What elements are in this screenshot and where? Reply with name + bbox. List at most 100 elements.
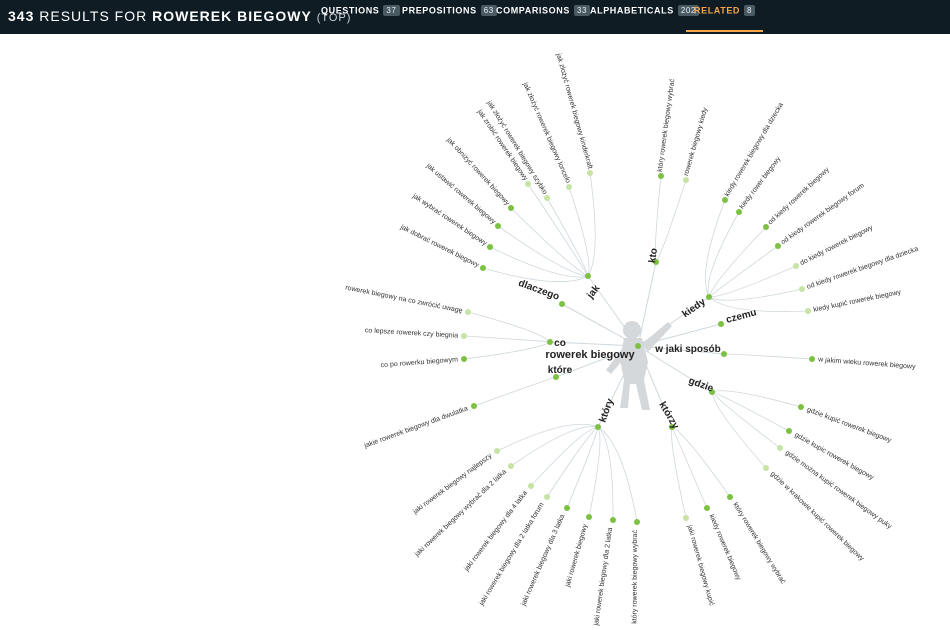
leaf-node[interactable]: [487, 244, 493, 250]
leaf-node[interactable]: [805, 308, 811, 314]
leaf-node[interactable]: [610, 517, 616, 523]
leaf-link: [467, 311, 551, 343]
leaf-link: [707, 211, 740, 298]
leaf-node[interactable]: [736, 209, 742, 215]
leaf-label[interactable]: rowerek biegowy na co zwrócić uwagę: [345, 285, 464, 315]
branch-node[interactable]: [718, 321, 724, 327]
leaf-label[interactable]: gdzie w krakowie kupić rowerek biegowy: [769, 471, 865, 563]
leaf-node[interactable]: [566, 184, 572, 190]
branch-label[interactable]: którzy: [656, 400, 680, 431]
tab-related[interactable]: RELATED 8: [686, 0, 764, 32]
leaf-node[interactable]: [704, 505, 710, 511]
branch-node[interactable]: [547, 339, 553, 345]
tab-label: RELATED: [694, 5, 741, 16]
results-for-text: RESULTS FOR: [39, 8, 148, 24]
leaf-link: [671, 426, 731, 498]
tab-questions[interactable]: QUESTIONS 37: [321, 0, 400, 32]
leaf-node[interactable]: [495, 223, 501, 229]
branch-label[interactable]: gdzie: [687, 375, 715, 394]
leaf-node[interactable]: [798, 404, 804, 410]
branch-label[interactable]: które: [548, 365, 573, 376]
leaf-node[interactable]: [727, 494, 733, 500]
leaf-link: [496, 423, 599, 452]
leaf-node[interactable]: [683, 177, 689, 183]
leaf-node[interactable]: [793, 263, 799, 269]
leaf-label[interactable]: kiedy rowerek biegowy dla dziecka: [724, 102, 785, 198]
branch-node[interactable]: [595, 424, 601, 430]
leaf-link: [546, 197, 589, 277]
leaf-link: [463, 335, 551, 343]
leaf-node[interactable]: [525, 181, 531, 187]
leaf-label[interactable]: jaki rowerek biegowy kupić: [685, 523, 715, 607]
leaf-label[interactable]: jaki rowerek biegowy dla 2 latka: [593, 527, 614, 627]
leaf-node[interactable]: [587, 170, 593, 176]
leaf-label[interactable]: który rowerek biegowy wybrać: [657, 78, 677, 172]
leaf-label[interactable]: w jakim wieku rowerek biegowy: [817, 356, 916, 370]
leaf-label[interactable]: jak ustawić rowerek biegowy: [424, 162, 497, 226]
branch-label[interactable]: jak: [585, 283, 603, 302]
leaf-node[interactable]: [763, 465, 769, 471]
leaf-link: [527, 183, 589, 277]
leaf-node[interactable]: [763, 224, 769, 230]
tab-label: QUESTIONS: [321, 5, 380, 16]
leaf-node[interactable]: [508, 205, 514, 211]
tab-comparisons[interactable]: COMPARISONS 33: [496, 0, 591, 32]
leaf-node[interactable]: [544, 494, 550, 500]
leaf-link: [671, 426, 687, 519]
branch-label[interactable]: co: [554, 338, 566, 349]
leaf-node[interactable]: [508, 463, 514, 469]
leaf-node[interactable]: [683, 515, 689, 521]
branch-label[interactable]: który: [597, 397, 616, 424]
leaf-node[interactable]: [722, 197, 728, 203]
leaf-node[interactable]: [809, 356, 815, 362]
leaf-node[interactable]: [461, 333, 467, 339]
leaf-node[interactable]: [465, 309, 471, 315]
leaf-label[interactable]: gdzie kupić rowerek biegowy: [806, 406, 893, 444]
leaf-label[interactable]: kiedy rowerek biegowy: [708, 514, 742, 582]
leaf-label[interactable]: do kiedy rowerek biegowy: [799, 224, 874, 267]
leaf-node[interactable]: [494, 448, 500, 454]
leaf-node[interactable]: [786, 428, 792, 434]
leaf-link: [711, 391, 767, 469]
leaf-link: [597, 426, 638, 523]
leaf-label[interactable]: jaki rowerek biegowy najlepszy: [411, 452, 493, 516]
tab-label: ALPHABETICALS: [590, 5, 674, 16]
leaf-node[interactable]: [799, 286, 805, 292]
branch-node[interactable]: [559, 301, 565, 307]
leaf-node[interactable]: [461, 356, 467, 362]
leaf-label[interactable]: co lepsze rowerek czy biegnia: [365, 327, 459, 339]
branch-label[interactable]: kto: [647, 247, 660, 263]
branch-label[interactable]: kiedy: [680, 296, 708, 320]
leaf-label[interactable]: co po rowerku biegowym: [380, 356, 458, 369]
branch-node[interactable]: [706, 294, 712, 300]
leaf-link: [587, 172, 596, 277]
leaf-label[interactable]: jaki rowerek biegowy dla 2 latka forum: [478, 501, 546, 607]
leaf-link: [510, 207, 589, 277]
leaf-label[interactable]: który rowerek biegowy wybrać: [632, 530, 639, 624]
leaf-node[interactable]: [564, 505, 570, 511]
leaf-node[interactable]: [777, 445, 783, 451]
leaf-node[interactable]: [634, 519, 640, 525]
leaf-label[interactable]: rowerek biegowy kiedy: [683, 106, 710, 176]
leaf-link: [482, 267, 589, 283]
branch-link: [637, 261, 657, 347]
tab-alphabeticals[interactable]: ALPHABETICALS 202: [590, 0, 699, 32]
leaf-node[interactable]: [586, 514, 592, 520]
leaf-node[interactable]: [658, 173, 664, 179]
branch-node[interactable]: [721, 351, 727, 357]
branch-label[interactable]: w jaki sposób: [654, 344, 721, 355]
leaf-label[interactable]: gdzie kupic rowerek biegowy: [793, 432, 875, 482]
leaf-node[interactable]: [528, 483, 534, 489]
tab-prepositions[interactable]: PREPOSITIONS 63: [402, 0, 497, 32]
leaf-node[interactable]: [775, 243, 781, 249]
leaf-label[interactable]: jaki rowerek biegowy: [564, 523, 589, 589]
branch-node[interactable]: [585, 273, 591, 279]
results-count: 343: [8, 8, 35, 24]
leaf-node[interactable]: [544, 195, 550, 201]
leaf-node[interactable]: [471, 403, 477, 409]
leaf-label[interactable]: jakie rowerek biegowy dla dwulatka: [363, 405, 469, 450]
leaf-node[interactable]: [480, 265, 486, 271]
leaf-label[interactable]: kiedy kupić rowerek biegowy: [813, 289, 902, 314]
branch-label[interactable]: czemu: [725, 307, 758, 326]
leaf-label[interactable]: jak złożyć rowerek biegowy kinderkraft: [554, 52, 593, 170]
